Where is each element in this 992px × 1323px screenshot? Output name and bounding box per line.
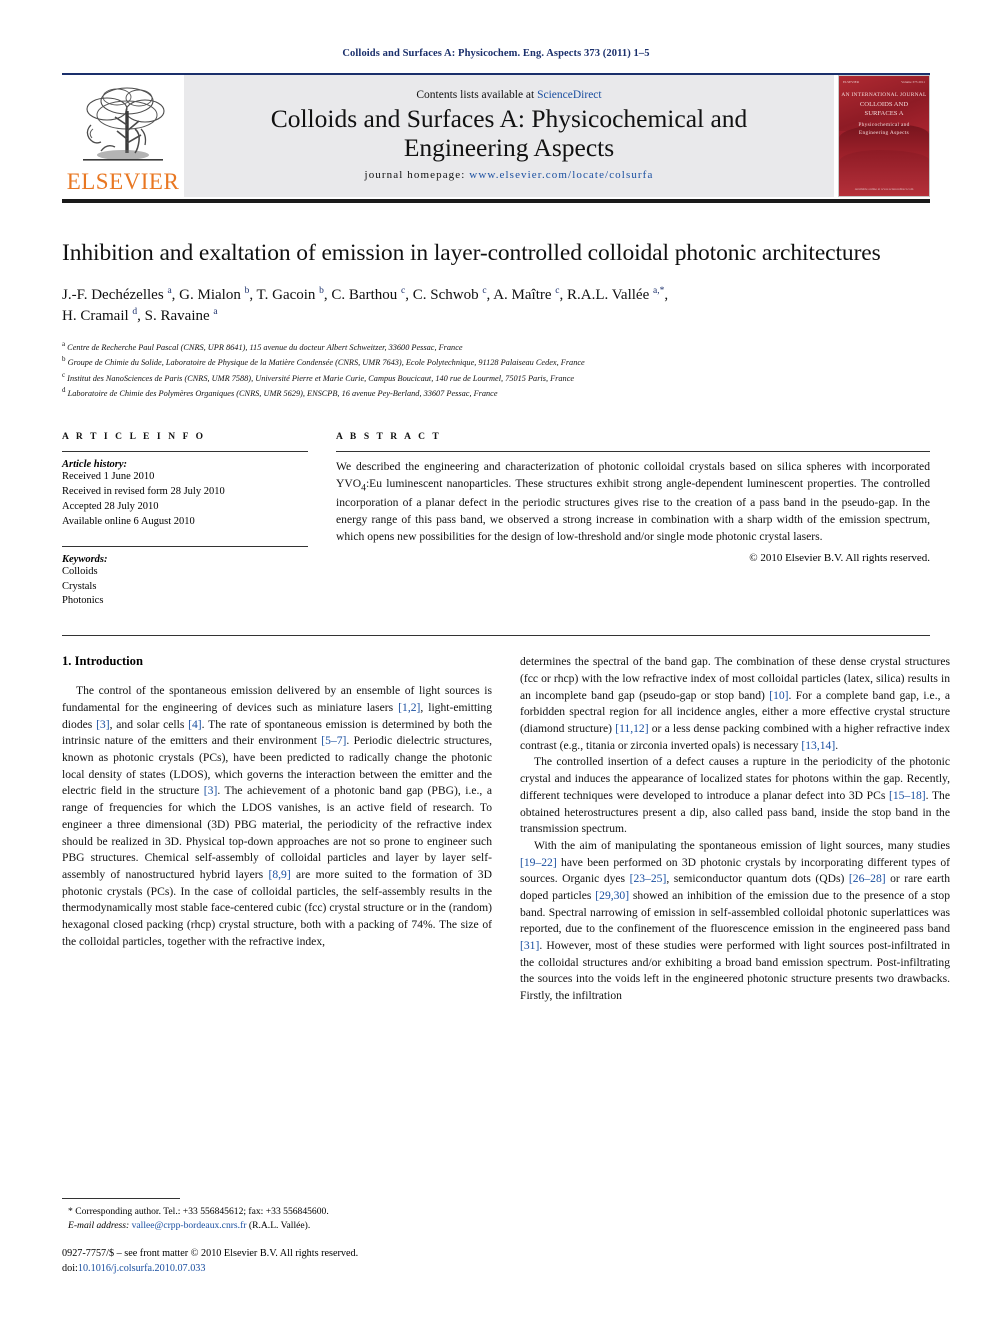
body-right-column: determines the spectral of the band gap.…: [520, 654, 950, 1004]
journal-homepage-line: journal homepage: www.elsevier.com/locat…: [365, 169, 654, 181]
journal-title-line-2: Engineering Aspects: [403, 133, 615, 162]
affiliation-c: c Institut des NanoSciences de Paris (CN…: [62, 370, 575, 383]
journal-cover-thumbnail: ELSEVIER Volume 373 2011 AN INTERNATIONA…: [838, 75, 930, 197]
body-left-column: 1. Introduction The control of the spont…: [62, 654, 492, 1004]
masthead-bottom-rule: [62, 199, 930, 203]
cover-subtitle-line-1: Physicochemical and: [858, 121, 910, 128]
author-line-1: J.-F. Dechézelles a, G. Mialon b, T. Gac…: [62, 285, 669, 303]
doi-label: doi:: [62, 1263, 78, 1275]
keywords-label: Keywords:: [62, 553, 108, 565]
paragraph: The controlled insertion of a defect cau…: [520, 755, 950, 836]
homepage-url-link[interactable]: www.elsevier.com/locate/colsurfa: [469, 169, 653, 181]
email-label: E-mail address:: [68, 1219, 130, 1231]
article-info-rule-top: [62, 451, 308, 453]
article-page: Colloids and Surfaces A: Physicochem. En…: [0, 0, 992, 1323]
issn-copyright-block: 0927-7757/$ – see front matter © 2010 El…: [62, 1247, 492, 1277]
history-online: Available online 6 August 2010: [62, 515, 195, 527]
author-list: J.-F. Dechézelles a, G. Mialon b, T. Gac…: [62, 285, 930, 328]
abstract-text: We described the engineering and charact…: [336, 460, 930, 543]
affiliation-a: a Centre de Recherche Paul Pascal (CNRS,…: [62, 340, 463, 352]
elsevier-logo: ELSEVIER: [62, 75, 184, 197]
keyword-colloids: Colloids: [62, 565, 98, 577]
journal-title-line-1: Colloids and Surfaces A: Physicochemical…: [270, 104, 748, 134]
page-title: Inhibition and exaltation of emission in…: [62, 240, 881, 266]
affiliation-b: b Groupe de Chimie du Solide, Laboratoir…: [62, 355, 585, 368]
journal-band: Contents lists available at ScienceDirec…: [184, 75, 834, 197]
cover-title-line-3: SURFACES A: [864, 110, 904, 118]
keyword-photonics: Photonics: [62, 595, 104, 607]
elsevier-wordmark: ELSEVIER: [66, 169, 180, 194]
journal-title: Colloids and Surfaces A: Physicochemical…: [271, 105, 748, 162]
contents-available-line: Contents lists available at ScienceDirec…: [416, 89, 601, 101]
journal-masthead: ELSEVIER Contents lists available at Sci…: [62, 73, 930, 197]
footnote-rule: [62, 1197, 180, 1199]
cover-top-row: ELSEVIER Volume 373 2011: [843, 80, 925, 84]
abstract-heading: A B S T R A C T: [336, 432, 442, 443]
doi-line: doi:10.1016/j.colsurfa.2010.07.033: [62, 1262, 492, 1277]
author-line-2: H. Cramail d, S. Ravaine a: [62, 306, 218, 324]
contents-prefix: Contents lists available at: [416, 89, 538, 102]
cover-top-right: Volume 373 2011: [901, 80, 925, 84]
history-received: Received 1 June 2010: [62, 471, 155, 483]
email-suffix: (R.A.L. Vallée).: [248, 1219, 311, 1231]
cover-subtitle-line-2: Engineering Aspects: [858, 129, 910, 136]
title-block: Inhibition and exaltation of emission in…: [62, 239, 930, 400]
history-revised: Received in revised form 28 July 2010: [62, 485, 225, 497]
sciencedirect-link[interactable]: ScienceDirect: [537, 89, 602, 101]
article-info-column: A R T I C L E I N F O Article history: R…: [62, 432, 308, 609]
affiliation-list: a Centre de Recherche Paul Pascal (CNRS,…: [62, 339, 930, 400]
article-history-label: Article history:: [62, 459, 128, 471]
paragraph: With the aim of manipulating the spontan…: [520, 838, 951, 1003]
elsevier-tree-icon: [83, 87, 165, 161]
article-info-heading: A R T I C L E I N F O: [62, 432, 206, 443]
paragraph: The control of the spontaneous emission …: [62, 684, 493, 948]
running-head: Colloids and Surfaces A: Physicochem. En…: [342, 48, 650, 59]
abstract-copyright: © 2010 Elsevier B.V. All rights reserved…: [749, 551, 930, 564]
cover-title-block: AN INTERNATIONAL JOURNAL COLLOIDS AND SU…: [839, 92, 929, 138]
abstract-rule-top: [336, 451, 930, 453]
email-note: E-mail address: vallee@crpp-bordeaux.cnr…: [62, 1219, 492, 1233]
paragraph: determines the spectral of the band gap.…: [520, 655, 950, 752]
email-link[interactable]: vallee@crpp-bordeaux.cnrs.fr: [132, 1220, 247, 1231]
keyword-crystals: Crystals: [62, 580, 97, 592]
cover-top-left: ELSEVIER: [843, 80, 860, 84]
issn-line: 0927-7757/$ – see front matter © 2010 El…: [62, 1248, 359, 1260]
corresponding-author-note: * Corresponding author. Tel.: +33 556845…: [68, 1205, 329, 1217]
homepage-label: journal homepage:: [364, 168, 466, 181]
affiliation-d: d Laboratoire de Chimie des Polymères Or…: [62, 385, 498, 398]
keywords-block: Keywords: Colloids Crystals Photonics: [62, 545, 308, 610]
history-accepted: Accepted 28 July 2010: [62, 500, 159, 512]
doi-link[interactable]: 10.1016/j.colsurfa.2010.07.033: [78, 1263, 206, 1274]
section-heading-introduction: 1. Introduction: [62, 654, 143, 669]
footnote-area: * Corresponding author. Tel.: +33 556845…: [62, 1197, 492, 1277]
keywords-rule: [62, 545, 308, 547]
abstract-column: A B S T R A C T We described the enginee…: [336, 432, 930, 609]
cover-title-line-2: COLLOIDS AND: [859, 100, 909, 108]
info-abstract-region: A R T I C L E I N F O Article history: R…: [62, 432, 930, 609]
cover-footer: Available online at www.sciencedirect.co…: [854, 187, 914, 191]
cover-title-line-1: AN INTERNATIONAL JOURNAL: [841, 92, 927, 98]
body-separator-rule: [62, 635, 930, 637]
body-columns: 1. Introduction The control of the spont…: [62, 654, 950, 1004]
